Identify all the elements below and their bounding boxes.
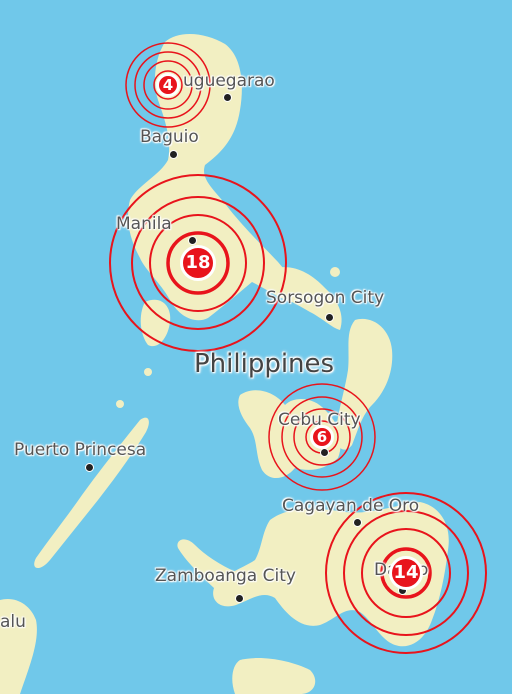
city-dot-tuguegarao: [223, 93, 232, 102]
city-label-baguio: Baguio: [140, 127, 199, 147]
country-label: Philippines: [194, 349, 335, 379]
land-islet: [144, 368, 152, 376]
city-dot-cagayan: [353, 518, 362, 527]
city-dot-sorsogon: [325, 313, 334, 322]
city-label-zamboanga: Zamboanga City: [155, 566, 296, 586]
city-dot-puerto-princesa: [85, 463, 94, 472]
city-label-sorsogon: Sorsogon City: [266, 288, 385, 308]
city-label-puerto-princesa: Puerto Princesa: [14, 440, 147, 460]
city-label-palu: alu: [0, 612, 26, 632]
cluster-marker-davao[interactable]: 14: [389, 556, 423, 590]
city-dot-manila: [188, 236, 197, 245]
cluster-marker-manila[interactable]: 18: [180, 245, 216, 281]
city-dot-cebu: [320, 448, 329, 457]
land-islet: [330, 267, 340, 277]
city-label-manila: Manila: [116, 214, 172, 234]
city-label-tuguegarao: uguegarao: [183, 71, 275, 91]
cluster-marker-north[interactable]: 4: [156, 73, 180, 97]
city-dot-baguio: [169, 150, 178, 159]
city-label-cagayan: Cagayan de Oro: [282, 496, 420, 516]
land-islet: [116, 400, 124, 408]
map-canvas[interactable]: [0, 0, 512, 694]
cluster-marker-cebu[interactable]: 6: [310, 425, 334, 449]
city-dot-zamboanga: [235, 594, 244, 603]
